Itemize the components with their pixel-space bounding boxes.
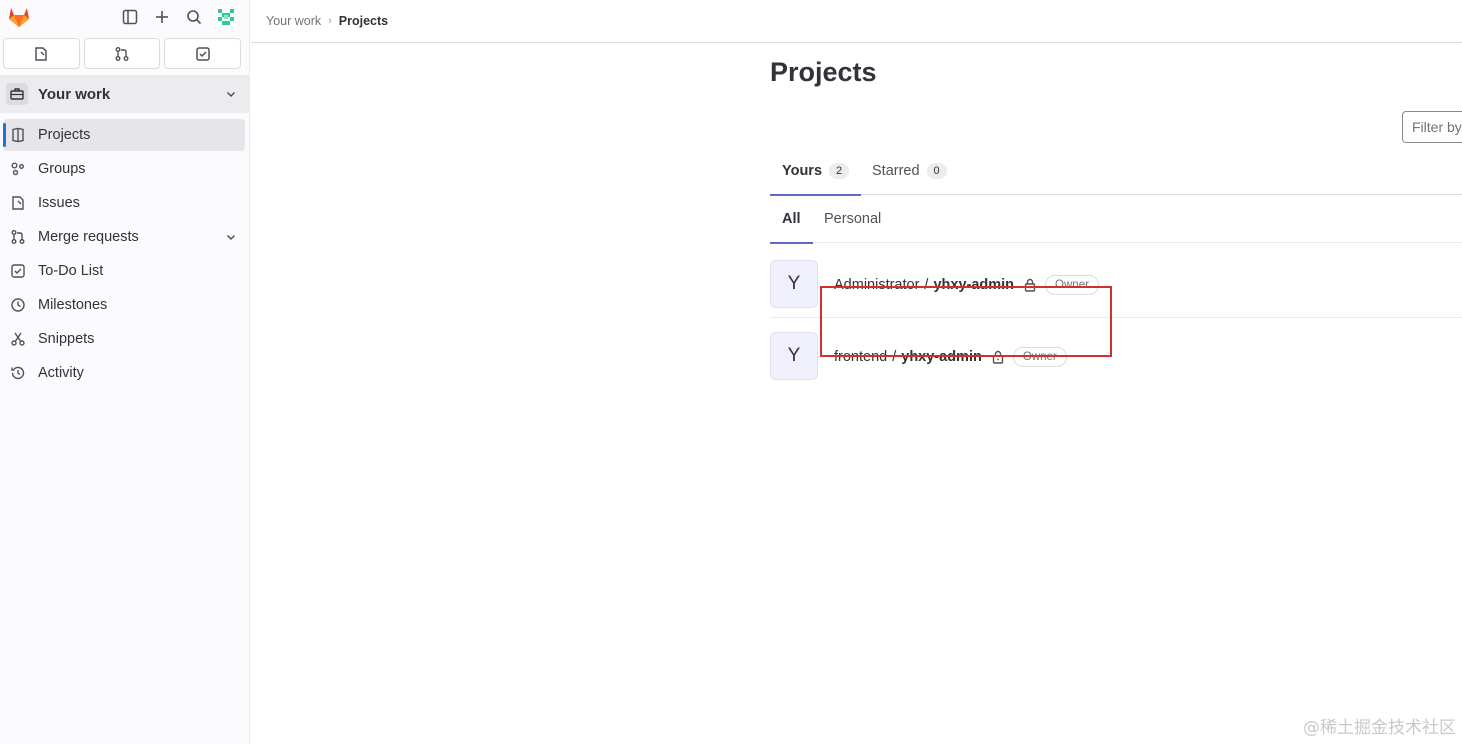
count-badge: 2 bbox=[829, 162, 850, 179]
path-separator: / bbox=[924, 277, 929, 293]
sidebar-item-label: Snippets bbox=[38, 331, 95, 347]
sidebar-item-label: Groups bbox=[38, 161, 86, 177]
group-icon bbox=[9, 160, 27, 178]
project-name: yhxy-admin bbox=[933, 277, 1015, 293]
tab-label: Personal bbox=[824, 211, 882, 227]
sidebar-item-label: To-Do List bbox=[38, 263, 104, 279]
tab-label: All bbox=[782, 211, 801, 227]
sidebar-item-merge-requests[interactable]: Merge requests bbox=[3, 221, 245, 253]
assigned-issues-button[interactable] bbox=[3, 38, 80, 69]
sidebar-item-label: Issues bbox=[38, 195, 80, 211]
context-label: Your work bbox=[38, 85, 111, 103]
chevron-down-icon[interactable] bbox=[225, 231, 237, 243]
todo-icon bbox=[9, 262, 27, 280]
project-link[interactable]: frontend / yhxy-admin Owner bbox=[834, 347, 1067, 367]
sidebar-top-bar bbox=[0, 0, 249, 34]
tab-all[interactable]: All bbox=[770, 195, 813, 244]
create-new-button[interactable] bbox=[149, 4, 175, 30]
project-icon bbox=[9, 126, 27, 144]
project-avatar[interactable]: Y bbox=[770, 332, 818, 380]
list-item: Y frontend / yhxy-admin Owner bbox=[770, 319, 1462, 393]
tab-label: Starred bbox=[872, 162, 920, 179]
avatar-icon bbox=[215, 6, 237, 28]
todo-button[interactable] bbox=[164, 38, 242, 69]
todo-icon bbox=[195, 46, 210, 61]
role-badge: Owner bbox=[1012, 347, 1067, 367]
context-switcher[interactable]: Your work bbox=[0, 75, 249, 113]
tab-personal[interactable]: Personal bbox=[824, 195, 881, 243]
briefcase-icon bbox=[6, 83, 28, 105]
count-badge: 0 bbox=[926, 162, 947, 179]
project-avatar[interactable]: Y bbox=[770, 260, 818, 308]
sidebar-item-label: Projects bbox=[38, 127, 91, 143]
merge-request-icon bbox=[9, 228, 27, 246]
toggle-sidebar-button[interactable] bbox=[117, 4, 143, 30]
main-content: Projects Yours 2 Starred 0 All Personal … bbox=[770, 43, 1462, 744]
project-tabs: Yours 2 Starred 0 bbox=[770, 146, 1462, 196]
sidebar-item-projects[interactable]: Projects bbox=[3, 119, 245, 151]
sidebar-item-groups[interactable]: Groups bbox=[3, 153, 245, 185]
list-item: Y Administrator / yhxy-admin Owner bbox=[770, 244, 1462, 318]
tab-yours[interactable]: Yours 2 bbox=[770, 146, 862, 196]
sidebar-item-todo-list[interactable]: To-Do List bbox=[3, 255, 245, 287]
merge-request-icon bbox=[115, 46, 129, 61]
history-icon bbox=[9, 364, 27, 382]
sidebar-item-label: Merge requests bbox=[38, 229, 139, 245]
lock-icon bbox=[991, 350, 1005, 364]
project-namespace: Administrator bbox=[834, 277, 920, 293]
chevron-right-icon: › bbox=[328, 15, 332, 27]
sidebar-item-label: Milestones bbox=[38, 297, 108, 313]
gitlab-logo-icon[interactable] bbox=[6, 4, 32, 30]
tab-label: Yours bbox=[782, 162, 823, 179]
filter-input[interactable] bbox=[1402, 111, 1462, 143]
watermark: @稀土掘金技术社区 bbox=[1303, 718, 1456, 738]
sidebar-item-activity[interactable]: Activity bbox=[3, 357, 245, 389]
chevron-down-icon bbox=[226, 91, 236, 98]
sidebar-item-milestones[interactable]: Milestones bbox=[3, 289, 245, 321]
project-link[interactable]: Administrator / yhxy-admin Owner bbox=[834, 275, 1099, 295]
tab-starred[interactable]: Starred 0 bbox=[872, 146, 947, 195]
search-icon bbox=[187, 10, 202, 25]
page-title: Projects bbox=[770, 57, 877, 87]
project-subtabs: All Personal bbox=[770, 195, 1462, 244]
lock-icon bbox=[1023, 278, 1037, 292]
sidebar-item-snippets[interactable]: Snippets bbox=[3, 323, 245, 355]
plus-icon bbox=[156, 11, 168, 23]
project-name: yhxy-admin bbox=[901, 349, 982, 365]
sidebar-item-label: Activity bbox=[38, 365, 84, 381]
project-namespace: frontend bbox=[834, 349, 888, 365]
breadcrumb: Your work › Projects bbox=[251, 0, 1462, 43]
snippet-icon bbox=[9, 330, 27, 348]
merge-requests-button[interactable] bbox=[83, 38, 161, 69]
sidebar: Your work Projects Groups Issues Merge r… bbox=[0, 0, 250, 744]
path-separator: / bbox=[892, 349, 897, 365]
issues-icon bbox=[9, 194, 27, 212]
search-button[interactable] bbox=[181, 4, 207, 30]
role-badge: Owner bbox=[1045, 275, 1099, 295]
milestone-icon bbox=[9, 296, 27, 314]
sidebar-nav: Projects Groups Issues Merge requests To… bbox=[0, 119, 249, 389]
breadcrumb-projects[interactable]: Projects bbox=[339, 14, 388, 28]
quick-actions bbox=[0, 34, 249, 69]
sidebar-toggle-icon bbox=[122, 9, 138, 25]
sidebar-item-issues[interactable]: Issues bbox=[3, 187, 245, 219]
user-avatar-button[interactable] bbox=[213, 4, 239, 30]
breadcrumb-your-work[interactable]: Your work bbox=[266, 14, 321, 28]
issues-icon bbox=[35, 46, 48, 61]
